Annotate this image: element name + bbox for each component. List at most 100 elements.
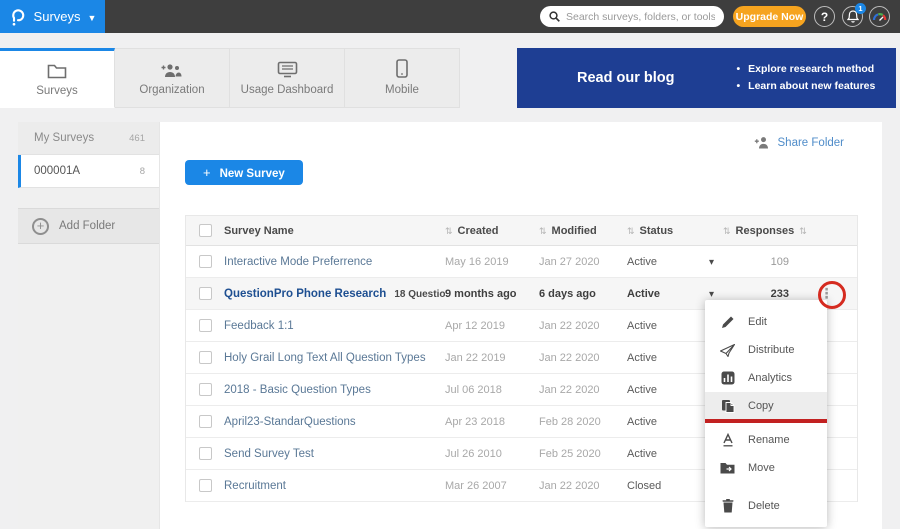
modified-cell: 6 days ago <box>539 288 627 300</box>
status-dropdown-caret[interactable] <box>709 288 714 300</box>
context-menu-item[interactable]: Copy <box>705 392 827 420</box>
module-tab[interactable]: Organization <box>115 48 230 108</box>
row-checkbox[interactable] <box>199 383 212 396</box>
row-checkbox[interactable] <box>199 447 212 460</box>
col-responses[interactable]: Responses <box>736 225 795 237</box>
created-cell: Jul 26 2010 <box>445 448 539 460</box>
move-icon <box>720 461 735 476</box>
modified-cell: Jan 22 2020 <box>539 480 627 492</box>
pencil-icon <box>720 315 735 330</box>
context-menu-item[interactable]: Move <box>705 454 827 482</box>
folder-item[interactable]: 000001A 8 <box>18 155 159 188</box>
row-checkbox[interactable] <box>199 479 212 492</box>
col-created[interactable]: Created <box>458 225 499 237</box>
tab-label: Surveys <box>36 85 78 97</box>
folder-count: 461 <box>129 133 145 144</box>
row-menu-button[interactable] <box>820 285 835 301</box>
context-menu-item[interactable]: Analytics <box>705 364 827 392</box>
module-tab[interactable]: Usage Dashboard <box>230 48 345 108</box>
usage-gauge-button[interactable] <box>869 6 890 27</box>
row-checkbox[interactable] <box>199 287 212 300</box>
table-header: Survey Name Created Modified Status Resp… <box>186 216 857 246</box>
menu-item-label: Rename <box>748 434 790 446</box>
survey-name-link[interactable]: 2018 - Basic Question Types <box>224 384 371 396</box>
sort-icon[interactable] <box>723 225 736 237</box>
menu-item-label: Delete <box>748 500 780 512</box>
survey-name-link[interactable]: Send Survey Test <box>224 448 314 460</box>
top-bar: Surveys ▼ Upgrade Now ? 1 <box>0 0 900 33</box>
tab-label: Mobile <box>385 84 419 96</box>
global-search[interactable] <box>540 6 724 27</box>
copy-highlight-annotation <box>705 419 827 423</box>
gauge-icon <box>872 11 887 23</box>
created-cell: 9 months ago <box>445 288 539 300</box>
context-menu-item[interactable]: Distribute <box>705 336 827 364</box>
notifications-button[interactable]: 1 <box>842 6 863 27</box>
help-button[interactable]: ? <box>814 6 835 27</box>
menu-item-label: Move <box>748 462 775 474</box>
help-label: ? <box>821 10 828 24</box>
status-cell: Active <box>627 320 689 332</box>
responses-cell: 109 <box>723 256 797 268</box>
status-dropdown-caret[interactable] <box>709 256 714 268</box>
question-count-badge: 18 Questions <box>394 289 445 300</box>
survey-name-link[interactable]: Holy Grail Long Text All Question Types <box>224 352 426 364</box>
col-modified[interactable]: Modified <box>552 225 597 237</box>
notification-badge: 1 <box>855 3 866 14</box>
sort-icon[interactable] <box>445 225 458 237</box>
survey-name-link[interactable]: April23-StandarQuestions <box>224 416 356 428</box>
col-status[interactable]: Status <box>640 225 674 237</box>
context-menu-item[interactable]: Edit <box>705 308 827 336</box>
module-tab[interactable]: Surveys <box>0 48 115 108</box>
row-context-menu: Edit Distribute Analytics Copy Rename <box>705 300 827 527</box>
survey-name-link[interactable]: Feedback 1:1 <box>224 320 294 332</box>
app-menu[interactable]: Surveys ▼ <box>0 0 105 33</box>
add-folder-button[interactable]: Add Folder <box>18 208 159 244</box>
row-checkbox[interactable] <box>199 319 212 332</box>
menu-item-label: Copy <box>748 400 774 412</box>
chart-icon <box>720 371 735 386</box>
context-menu-item[interactable]: Delete <box>705 492 827 520</box>
search-input[interactable] <box>566 11 715 23</box>
status-cell: Active <box>627 384 689 396</box>
status-cell: Active <box>627 416 689 428</box>
tab-label: Usage Dashboard <box>241 84 334 96</box>
menu-item-label: Analytics <box>748 372 792 384</box>
dashboard-icon <box>277 60 298 78</box>
survey-name-link[interactable]: Interactive Mode Preferrence <box>224 256 372 268</box>
survey-name-link[interactable]: QuestionPro Phone Research <box>224 288 386 300</box>
survey-name-link[interactable]: Recruitment <box>224 480 286 492</box>
questionpro-surveys-page: Surveys ▼ Upgrade Now ? 1 <box>0 0 900 529</box>
context-menu-item[interactable]: Rename <box>705 426 827 454</box>
sort-icon[interactable] <box>539 225 552 237</box>
table-row: Interactive Mode Preferrence May 16 2019… <box>186 246 857 278</box>
upgrade-now-button[interactable]: Upgrade Now <box>733 6 806 27</box>
modified-cell: Feb 25 2020 <box>539 448 627 460</box>
tab-label: Organization <box>139 84 204 96</box>
created-cell: Mar 26 2007 <box>445 480 539 492</box>
banner-title: Read our blog <box>577 70 674 86</box>
row-checkbox[interactable] <box>199 255 212 268</box>
responses-cell: 233 <box>723 288 797 300</box>
share-folder-link[interactable]: Share Folder <box>754 136 844 149</box>
module-tab[interactable]: Mobile <box>345 48 460 108</box>
folder-item[interactable]: My Surveys 461 <box>18 122 159 155</box>
blog-banner[interactable]: Read our blog Explore research methodLea… <box>517 48 896 108</box>
add-folder-label: Add Folder <box>59 220 115 232</box>
mobile-icon <box>396 60 408 78</box>
new-survey-button[interactable]: New Survey <box>185 160 303 185</box>
row-checkbox[interactable] <box>199 351 212 364</box>
select-all-checkbox[interactable] <box>199 224 212 237</box>
send-icon <box>720 343 735 358</box>
status-cell: Active <box>627 448 689 460</box>
status-cell: Closed <box>627 480 689 492</box>
sort-icon[interactable] <box>627 225 640 237</box>
sort-icon[interactable] <box>794 225 807 237</box>
banner-bullet-list: Explore research methodLearn about new f… <box>736 61 875 95</box>
trash-icon <box>720 499 735 514</box>
created-cell: Jul 06 2018 <box>445 384 539 396</box>
organization-icon <box>161 60 183 78</box>
row-checkbox[interactable] <box>199 415 212 428</box>
col-survey-name[interactable]: Survey Name <box>224 225 294 237</box>
copy-icon <box>720 399 735 414</box>
